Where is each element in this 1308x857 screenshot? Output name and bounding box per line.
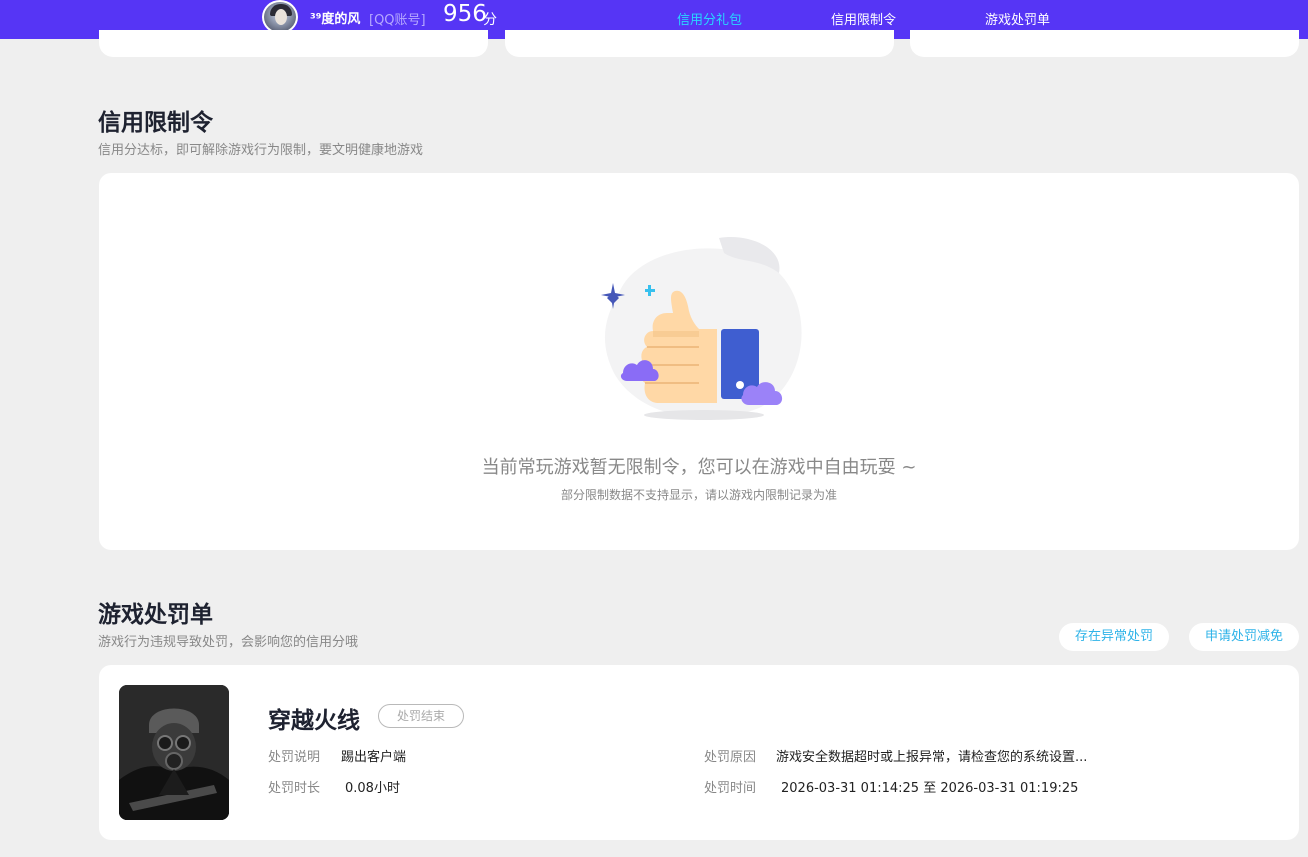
game-cover-image (119, 685, 229, 820)
reason-label: 处罚原因 (704, 750, 757, 765)
status-badge: 处罚结束 (378, 704, 464, 728)
restriction-card: 当前常玩游戏暂无限制令，您可以在游戏中自由玩耍 ~ 部分限制数据不支持显示，请以… (99, 173, 1299, 550)
desc-label: 处罚说明 (268, 750, 321, 765)
game-name: 穿越火线 (268, 708, 360, 734)
account-tag: [QQ账号] (369, 13, 426, 28)
abnormal-punishment-button[interactable]: 存在异常处罚 (1059, 623, 1169, 651)
thumbs-up-illustration (601, 237, 802, 420)
username: ³⁹度的风 (310, 12, 361, 27)
punishment-title: 游戏处罚单 (98, 602, 213, 628)
gift-card-2[interactable] (505, 30, 894, 57)
desc-value: 踢出客户端 (341, 750, 407, 765)
reason-value: 游戏安全数据超时或上报异常，请检查您的系统设置... (776, 750, 1088, 765)
restriction-subtitle: 信用分达标，即可解除游戏行为限制，要文明健康地游戏 (98, 143, 424, 158)
tab-game-punishment[interactable]: 游戏处罚单 (985, 9, 1050, 28)
punishment-subtitle: 游戏行为违规导致处罚，会影响您的信用分哦 (98, 635, 359, 650)
avatar-face (275, 9, 287, 25)
time-label: 处罚时间 (704, 781, 757, 796)
avatar[interactable] (262, 0, 298, 34)
gift-card-1[interactable] (99, 30, 488, 57)
gift-card-3[interactable] (910, 30, 1299, 57)
restriction-title: 信用限制令 (98, 110, 213, 136)
tab-credit-restriction[interactable]: 信用限制令 (831, 9, 896, 28)
credit-score-unit: 分 (483, 12, 497, 28)
soldier-illustration (119, 685, 229, 820)
duration-value: 0.08小时 (345, 781, 400, 796)
apply-reduction-button[interactable]: 申请处罚减免 (1189, 623, 1299, 651)
empty-message: 当前常玩游戏暂无限制令，您可以在游戏中自由玩耍 ~ (481, 457, 917, 478)
credit-score: 956 (443, 1, 487, 27)
empty-note: 部分限制数据不支持显示，请以游戏内限制记录为准 (560, 488, 837, 502)
duration-label: 处罚时长 (268, 781, 321, 796)
time-value: 2026-03-31 01:14:25 至 2026-03-31 01:19:2… (781, 781, 1079, 796)
tab-credit-gift[interactable]: 信用分礼包 (677, 9, 742, 28)
